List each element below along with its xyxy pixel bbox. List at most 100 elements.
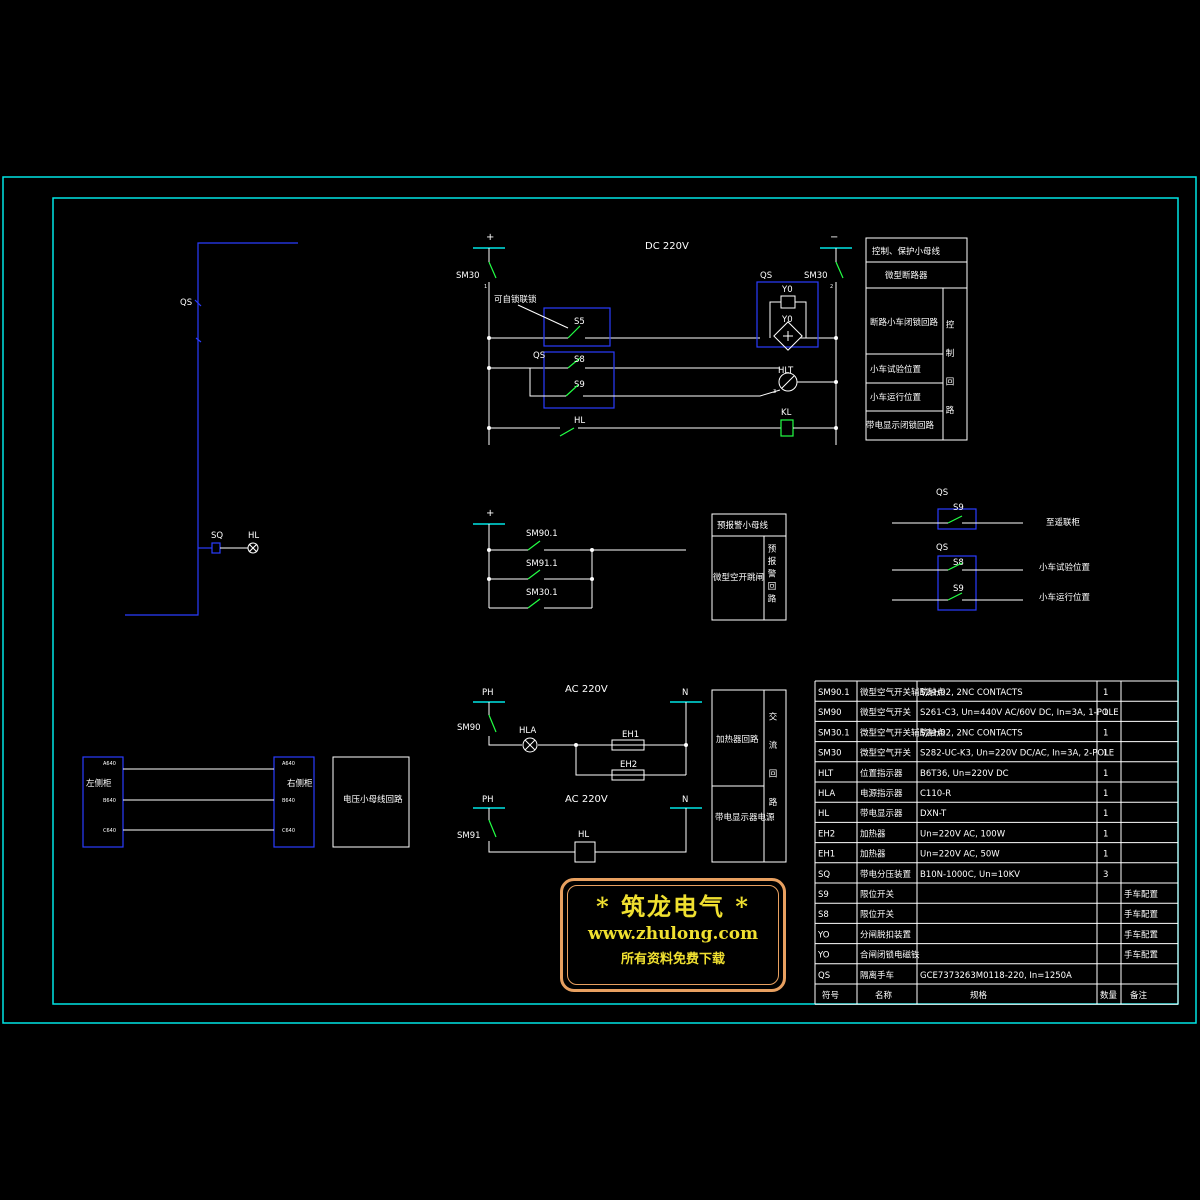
ac2-sm91: SM91 [457, 831, 481, 841]
ac1-eh2: EH2 [620, 760, 637, 770]
bus-right-a: A640 [282, 761, 295, 767]
bom-name: 加热器 [860, 828, 886, 839]
bom-header: 备注 [1130, 990, 1148, 1001]
bom-symbol: HLA [818, 789, 835, 799]
bom-remark: 手车配置 [1124, 889, 1159, 900]
aux-contacts: QS S9 至遥联柜 QS S8 S9 小车试验位置 小车运行位置 [892, 488, 1091, 611]
dc-sm30-right: SM30 [804, 271, 828, 281]
bom-qty: 1 [1103, 688, 1108, 698]
alarm-legend-row: 微型空开跳闸 [713, 572, 764, 583]
bom-symbol: EH2 [818, 829, 835, 839]
ac1-n: N [682, 688, 688, 698]
aux-label1: 至遥联柜 [1046, 517, 1081, 528]
bom-qty: 1 [1103, 728, 1108, 738]
bus-box-label: 电压小母线回路 [343, 794, 403, 805]
aux-s9b: S9 [953, 584, 964, 594]
bom-remark: 手车配置 [1124, 950, 1159, 961]
bom-spec: GCE7373263M0118-220, In=1250A [920, 971, 1072, 981]
ac1-title: AC 220V [565, 684, 608, 695]
aux-label2: 小车试验位置 [1039, 562, 1091, 573]
bom-name: 加热器 [860, 849, 886, 860]
bom-spec: B6T36, Un=220V DC [920, 769, 1009, 779]
ac1-hla: HLA [519, 726, 536, 736]
alarm-legend-header: 预报警小母线 [717, 520, 769, 531]
dc-legend-row4: 带电显示闭锁回路 [866, 420, 935, 431]
ac-legend-row1: 加热器回路 [716, 734, 759, 745]
bom-name: 限位开关 [860, 909, 895, 920]
dc-note-bypass: 可自锁联锁 [494, 294, 537, 305]
bom-symbol: YO [817, 951, 830, 961]
dc-legend-row1: 断路小车闭锁回路 [870, 317, 939, 328]
dc-title: DC 220V [645, 241, 689, 252]
alarm-legend-side: 预报警回路 [766, 543, 776, 606]
bom-spec: S2-H02, 2NC CONTACTS [920, 688, 1023, 698]
bom-symbol: QS [818, 971, 830, 981]
bom-name: 带电分压装置 [860, 869, 912, 880]
bom-qty: 1 [1103, 809, 1108, 819]
bom-spec: B10N-1000C, Un=10KV [920, 870, 1020, 880]
bom-name: 电源指示器 [860, 788, 903, 799]
dc-qs2: QS [533, 351, 545, 361]
bom-spec: Un=220V AC, 50W [920, 850, 1000, 860]
bom-qty: 3 [1103, 870, 1108, 880]
bom-symbol: SM90.1 [818, 688, 850, 698]
bom-name: 合闸闭锁电磁铁 [860, 950, 920, 961]
dc-yo1: Y0 [781, 285, 793, 295]
dc-plus: + [486, 232, 494, 243]
bom-symbol: SQ [818, 870, 830, 880]
dc-legend-side: 控制回路 [944, 319, 954, 434]
dc-s9: S9 [574, 380, 585, 390]
bom-symbol: SM90 [818, 708, 842, 718]
ac-heater-circuit: AC 220V PH N SM90 HLA EH1 EH2 [457, 684, 702, 781]
drawing-sheet: QS SQ HL DC 220V + − SM30 SM30 1 2 S5 可自… [2, 176, 1197, 1024]
ac1-sm90: SM90 [457, 723, 481, 733]
bom-header: 符号 [822, 990, 839, 1001]
bom-spec: S261-C3, Un=440V AC/60V DC, In=3A, 1-POL… [920, 708, 1119, 718]
bom-name: 隔离手车 [860, 970, 894, 981]
qs-label: QS [180, 298, 192, 308]
bom-symbol: YO [817, 930, 830, 940]
bom-header: 数量 [1100, 990, 1118, 1001]
dc-s5: S5 [574, 317, 585, 327]
bom-spec: S282-UC-K3, Un=220V DC/AC, In=3A, 2-POLE [920, 749, 1114, 759]
bom-symbol: EH1 [818, 850, 835, 860]
bom-symbol: SM30 [818, 749, 842, 759]
dc-term-3: 3 [773, 389, 776, 395]
dc-term-1: 1 [484, 284, 487, 290]
ac-legend-table: 加热器回路 带电显示器电源 交流回路 [711, 689, 787, 863]
bom-name: 位置指示器 [860, 768, 903, 779]
primary-circuit: QS SQ HL [125, 242, 298, 616]
aux-qs2: QS [936, 543, 948, 553]
ac2-hl: HL [578, 830, 589, 840]
bom-qty: 1 [1103, 749, 1108, 759]
ac2-ph: PH [482, 795, 494, 805]
bom-qty: 1 [1103, 850, 1108, 860]
sq-label: SQ [211, 531, 223, 541]
alarm-circuit: + SM90.1 SM91.1 SM30.1 [473, 508, 686, 609]
bom-spec: DXN-T [920, 809, 947, 819]
dc-hl: HL [574, 416, 585, 426]
ac1-ph: PH [482, 688, 494, 698]
alarm-sm90-1: SM90.1 [526, 529, 558, 539]
ac-legend-row2: 带电显示器电源 [715, 812, 775, 823]
dc-legend-row3: 小车运行位置 [870, 392, 922, 403]
bus-left-c: C640 [103, 828, 116, 834]
dc-legend-header2: 微型断路器 [885, 270, 928, 281]
ac-hl-circuit: AC 220V PH N SM91 HL [457, 794, 702, 863]
bom-qty: 1 [1103, 829, 1108, 839]
bom-name: 带电显示器 [860, 808, 903, 819]
bus-left-b: B640 [103, 798, 116, 804]
bom-name: 限位开关 [860, 889, 895, 900]
bom-name: 微型空气开关 [860, 707, 912, 718]
bom-symbol: SM30.1 [818, 728, 850, 738]
bom-symbol: HLT [818, 769, 834, 779]
aux-qs1: QS [936, 488, 948, 498]
dc-hlt: HLT [778, 366, 794, 376]
alarm-sm30-1: SM30.1 [526, 588, 558, 598]
dc-control-circuit: DC 220V + − SM30 SM30 1 2 S5 可自锁联锁 QS Y0… [456, 232, 852, 445]
bom-name: 微型空气开关 [860, 748, 912, 759]
dc-legend-header1: 控制、保护小母线 [872, 246, 941, 257]
bus-left-cab: 左侧柜 [86, 778, 112, 789]
ac1-eh1: EH1 [622, 730, 639, 740]
voltage-bus: A640 B640 C640 A640 B640 C640 左侧柜 右侧柜 电压… [82, 756, 410, 848]
